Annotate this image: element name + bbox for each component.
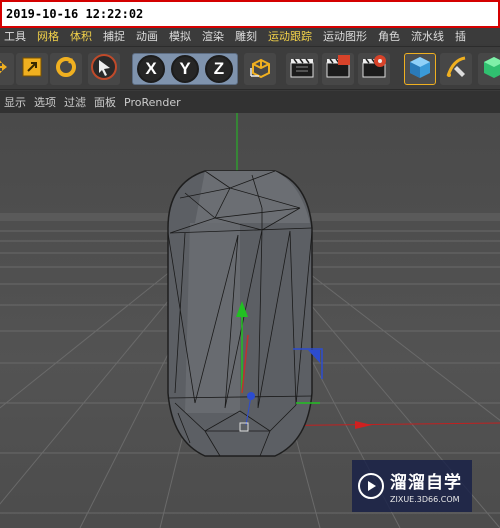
coordinate-system-icon (247, 54, 273, 84)
move-icon (0, 56, 9, 82)
select-cursor-icon (90, 53, 118, 85)
main-menu-bar: 工具 网格 体积 捕捉 动画 模拟 渲染 雕刻 运动跟踪 运动图形 角色 流水线… (0, 28, 500, 44)
coordinate-system-button[interactable] (244, 53, 276, 85)
viewport-menu-display[interactable]: 显示 (4, 94, 26, 110)
viewport-menu-bar: 显示 选项 过滤 面板 ProRender (0, 91, 500, 113)
menu-item-mograph[interactable]: 运动图形 (319, 28, 371, 44)
z-axis-lock-button[interactable]: Z (205, 55, 233, 83)
menu-item-snap[interactable]: 捕捉 (99, 28, 129, 44)
cube-icon (407, 54, 433, 84)
world-x-arrow (355, 421, 372, 429)
x-axis-label: X (145, 59, 157, 78)
watermark-url: ZIXUE.3D66.COM (390, 495, 460, 504)
render-to-picture-viewer-icon (324, 53, 352, 85)
z-axis-label: Z (213, 59, 225, 78)
play-logo-icon (358, 473, 384, 499)
menu-item-plugins[interactable]: 插 (451, 28, 470, 44)
live-select-button[interactable] (88, 53, 120, 85)
move-tool-button[interactable] (0, 53, 14, 85)
viewport-menu-filter[interactable]: 过滤 (64, 94, 86, 110)
y-axis-label: Y (179, 59, 191, 78)
menu-item-character[interactable]: 角色 (374, 28, 404, 44)
y-axis-lock-button[interactable]: Y (171, 55, 199, 83)
pen-icon (443, 54, 469, 84)
menu-item-animate[interactable]: 动画 (132, 28, 162, 44)
rotate-icon (53, 54, 79, 84)
menu-item-tools[interactable]: 工具 (0, 28, 30, 44)
cube-object-button[interactable] (404, 53, 436, 85)
menu-item-mesh[interactable]: 网格 (33, 28, 63, 44)
watermark-title: 溜溜自学 (390, 473, 462, 493)
menu-item-simulate[interactable]: 模拟 (165, 28, 195, 44)
viewport-menu-prorender[interactable]: ProRender (124, 96, 181, 109)
scale-icon (20, 55, 44, 83)
viewport-menu-panel[interactable]: 面板 (94, 94, 116, 110)
watermark-badge: 溜溜自学 ZIXUE.3D66.COM (352, 460, 472, 512)
viewport-menu-options[interactable]: 选项 (34, 94, 56, 110)
green-object-icon (481, 54, 500, 84)
pen-tool-button[interactable] (440, 53, 472, 85)
menu-item-motion-tracking[interactable]: 运动跟踪 (264, 28, 316, 44)
menu-item-pipeline[interactable]: 流水线 (407, 28, 448, 44)
render-view-icon (288, 53, 316, 85)
timestamp-text: 2019-10-16 12:22:02 (6, 7, 144, 21)
menu-item-volume[interactable]: 体积 (66, 28, 96, 44)
render-view-button[interactable] (286, 53, 318, 85)
green-object-button[interactable] (478, 53, 500, 85)
axis-lock-group: X Y Z (132, 53, 238, 85)
x-axis-lock-button[interactable]: X (137, 55, 165, 83)
menu-item-sculpt[interactable]: 雕刻 (231, 28, 261, 44)
render-settings-icon (360, 53, 388, 85)
timestamp-bar: 2019-10-16 12:22:02 (0, 0, 500, 28)
render-to-picture-viewer-button[interactable] (322, 53, 354, 85)
render-settings-button[interactable] (358, 53, 390, 85)
rotate-tool-button[interactable] (50, 53, 82, 85)
menu-item-render[interactable]: 渲染 (198, 28, 228, 44)
scale-tool-button[interactable] (16, 53, 48, 85)
main-toolbar: X Y Z (0, 46, 500, 90)
